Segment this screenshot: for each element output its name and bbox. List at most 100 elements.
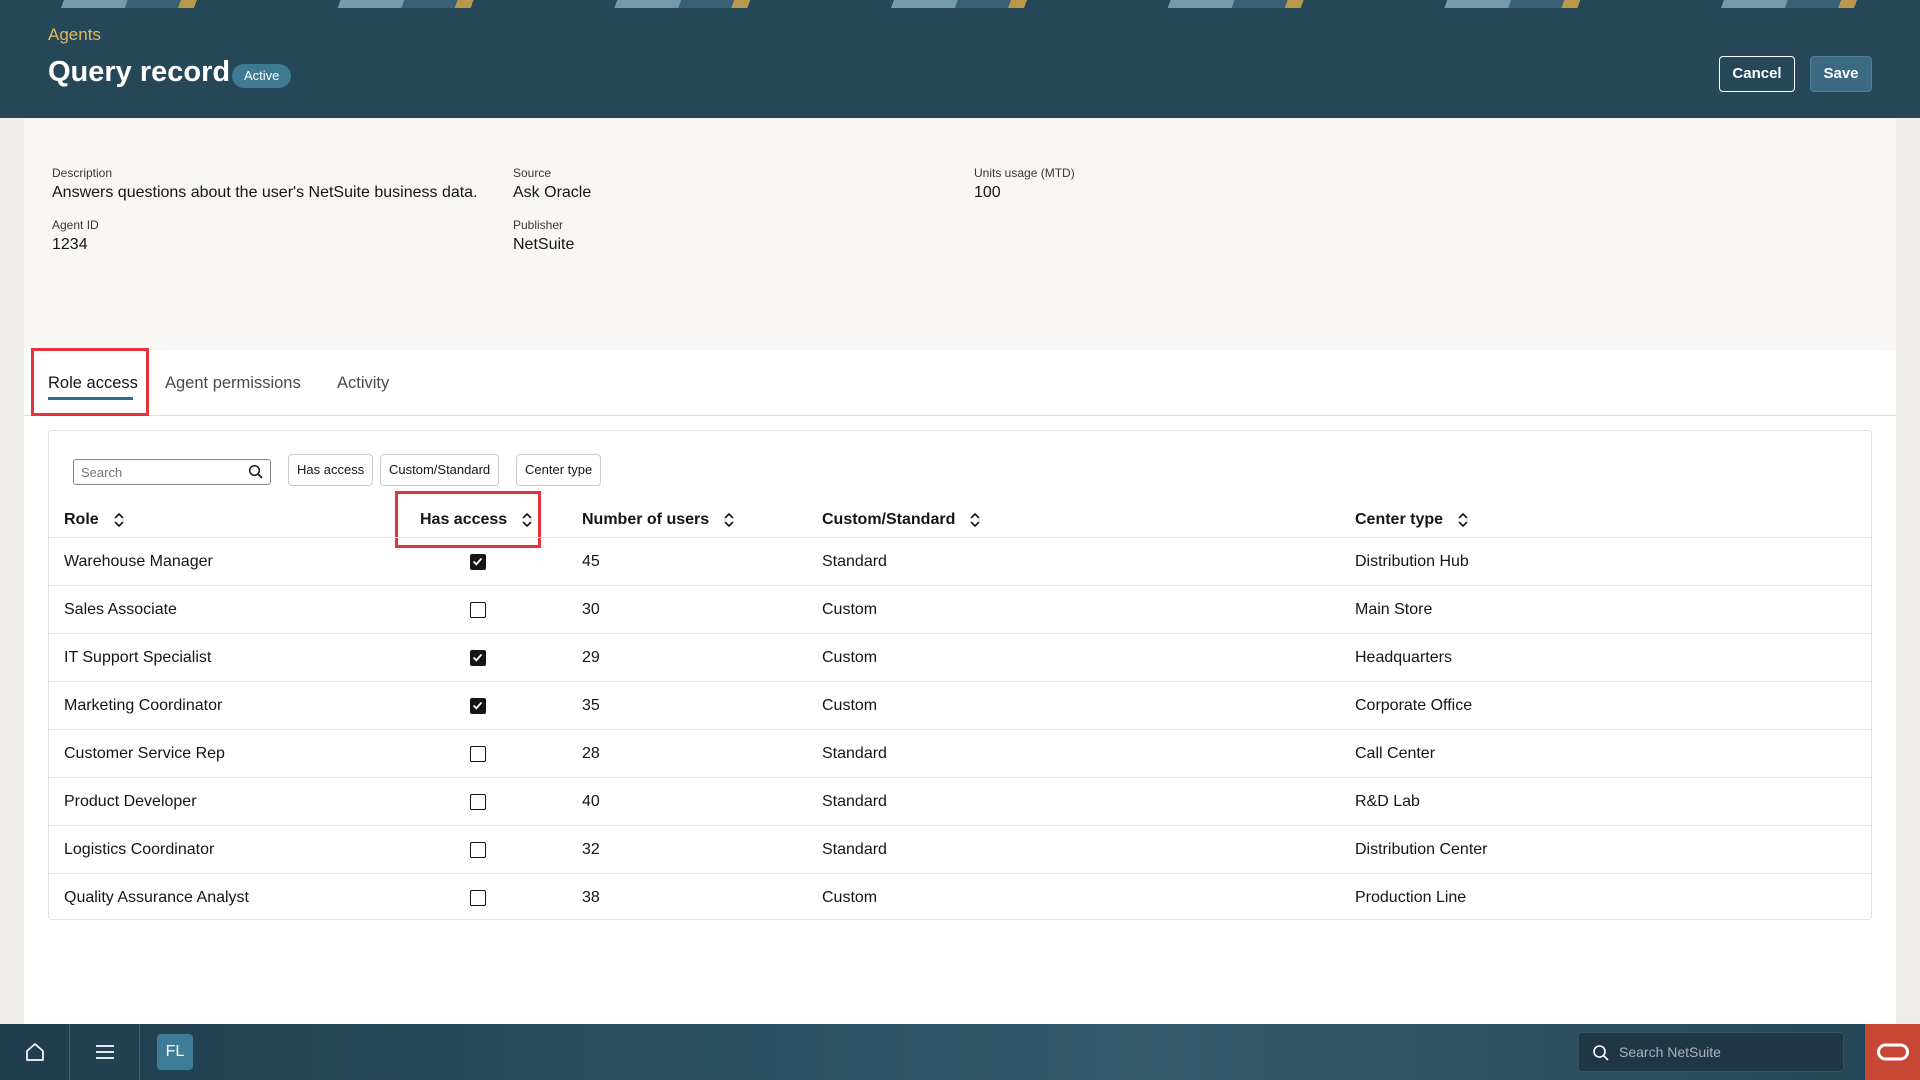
custom-standard-cell: Standard — [822, 745, 887, 762]
tab-bar: Role access Agent permissions Activity — [24, 348, 1896, 416]
page-title: Query record — [48, 56, 231, 88]
main-panel: Description Answers questions about the … — [24, 118, 1896, 1024]
table-row: Warehouse Manager 45 Standard Distribution … — [49, 538, 1871, 586]
column-header-center-type-label: Center type — [1355, 511, 1444, 528]
cancel-button[interactable]: Cancel — [1719, 56, 1795, 92]
user-avatar[interactable]: FL — [157, 1034, 193, 1070]
number-of-users-cell: 35 — [582, 697, 600, 714]
number-of-users-cell: 29 — [582, 649, 600, 666]
has-access-checkbox[interactable] — [470, 698, 486, 714]
search-icon — [1592, 1044, 1610, 1067]
column-header-custom-standard[interactable]: Custom/Standard — [822, 511, 981, 529]
filter-chip-has-access[interactable]: Has access — [288, 454, 374, 486]
role-cell: Marketing Coordinator — [64, 697, 223, 714]
agent-id-field: Agent ID 1234 — [52, 218, 99, 254]
center-type-cell: Corporate Office — [1355, 697, 1473, 714]
description-value: Answers questions about the user's NetSu… — [52, 184, 478, 201]
column-header-custom-standard-label: Custom/Standard — [822, 511, 956, 528]
table-row: Quality Assurance Analyst 38 Custom Product… — [49, 874, 1871, 922]
oracle-button[interactable] — [1865, 1024, 1920, 1080]
role-cell: Quality Assurance Analyst — [64, 889, 249, 906]
netsuite-search-box — [1578, 1032, 1844, 1072]
sort-icon — [1458, 512, 1468, 528]
custom-standard-cell: Custom — [822, 649, 878, 666]
sort-icon — [970, 512, 980, 528]
search-icon[interactable] — [248, 464, 264, 485]
center-type-cell: Call Center — [1355, 745, 1436, 762]
sort-icon — [724, 512, 734, 528]
has-access-checkbox[interactable] — [470, 794, 486, 810]
source-value: Ask Oracle — [513, 184, 592, 201]
column-header-number-of-users-label: Number of users — [582, 511, 710, 528]
role-cell: Warehouse Manager — [64, 553, 213, 570]
breadcrumb-agents[interactable]: Agents — [48, 25, 101, 45]
home-icon — [25, 1043, 44, 1061]
center-type-cell: Main Store — [1355, 601, 1433, 618]
sort-icon — [114, 512, 124, 528]
custom-standard-cell: Standard — [822, 841, 887, 858]
table-row: Sales Associate 30 Custom Main Store — [49, 586, 1871, 634]
description-label: Description — [52, 166, 113, 180]
tab-role-access[interactable]: Role access — [48, 374, 138, 393]
table-row: Marketing Coordinator 35 Custom Corporate O… — [49, 682, 1871, 730]
source-field: Source Ask Oracle — [513, 166, 591, 202]
has-access-checkbox[interactable] — [470, 602, 486, 618]
center-type-cell: Distribution Hub — [1355, 553, 1469, 570]
number-of-users-cell: 40 — [582, 793, 600, 810]
decorative-stripe — [0, 0, 1920, 8]
column-header-role[interactable]: Role — [64, 511, 125, 529]
number-of-users-cell: 28 — [582, 745, 600, 762]
table-row: Product Developer 40 Standard R&D Lab — [49, 778, 1871, 826]
menu-button[interactable] — [70, 1024, 140, 1080]
units-usage-label: Units usage (MTD) — [974, 166, 1075, 180]
has-access-checkbox[interactable] — [470, 890, 486, 906]
has-access-checkbox[interactable] — [470, 650, 486, 666]
home-button[interactable] — [0, 1024, 70, 1080]
page-header: Agents Query record Active Cancel Save — [0, 0, 1920, 118]
table-row: Logistics Coordinator 32 Standard Distribut… — [49, 826, 1871, 874]
filter-chip-center-type[interactable]: Center type — [516, 454, 602, 486]
center-type-cell: Distribution Center — [1355, 841, 1488, 858]
units-usage-value: 100 — [974, 184, 1001, 201]
custom-standard-cell: Standard — [822, 793, 887, 810]
column-header-has-access[interactable]: Has access — [420, 511, 533, 529]
bottom-navigation-bar: FL — [0, 1024, 1920, 1080]
tab-activity[interactable]: Activity — [337, 374, 389, 393]
netsuite-search-input[interactable] — [1619, 1033, 1839, 1071]
description-field: Description Answers questions about the … — [52, 166, 478, 202]
sort-icon — [522, 512, 532, 528]
role-access-table-card: Has access Custom/Standard Center type R… — [48, 430, 1872, 920]
has-access-checkbox[interactable] — [470, 554, 486, 570]
table-row: IT Support Specialist 29 Custom Headquarter… — [49, 634, 1871, 682]
menu-icon — [95, 1045, 114, 1059]
column-header-role-label: Role — [64, 511, 99, 528]
tab-agent-permissions[interactable]: Agent permissions — [165, 374, 301, 393]
role-cell: Sales Associate — [64, 601, 177, 618]
has-access-checkbox[interactable] — [470, 842, 486, 858]
custom-standard-cell: Custom — [822, 889, 878, 906]
save-button[interactable]: Save — [1810, 56, 1872, 92]
publisher-label: Publisher — [513, 218, 564, 232]
active-tab-underline — [48, 397, 133, 400]
number-of-users-cell: 38 — [582, 889, 600, 906]
column-header-has-access-label: Has access — [420, 511, 508, 528]
oracle-logo-icon — [1876, 1043, 1909, 1061]
role-cell: Logistics Coordinator — [64, 841, 215, 858]
center-type-cell: Production Line — [1355, 889, 1467, 906]
custom-standard-cell: Custom — [822, 601, 878, 618]
custom-standard-cell: Standard — [822, 553, 887, 570]
table-search-input[interactable] — [74, 460, 234, 484]
agent-id-value: 1234 — [52, 236, 88, 253]
number-of-users-cell: 30 — [582, 601, 600, 618]
agent-id-label: Agent ID — [52, 218, 99, 232]
center-type-cell: Headquarters — [1355, 649, 1452, 666]
number-of-users-cell: 32 — [582, 841, 600, 858]
status-badge: Active — [232, 64, 292, 88]
has-access-checkbox[interactable] — [470, 746, 486, 762]
center-type-cell: R&D Lab — [1355, 793, 1420, 810]
table-row: Customer Service Rep 28 Standard Call Cente… — [49, 730, 1871, 778]
column-header-number-of-users[interactable]: Number of users — [582, 511, 735, 529]
role-cell: IT Support Specialist — [64, 649, 212, 666]
filter-chip-custom-standard[interactable]: Custom/Standard — [380, 454, 500, 486]
column-header-center-type[interactable]: Center type — [1355, 511, 1469, 529]
